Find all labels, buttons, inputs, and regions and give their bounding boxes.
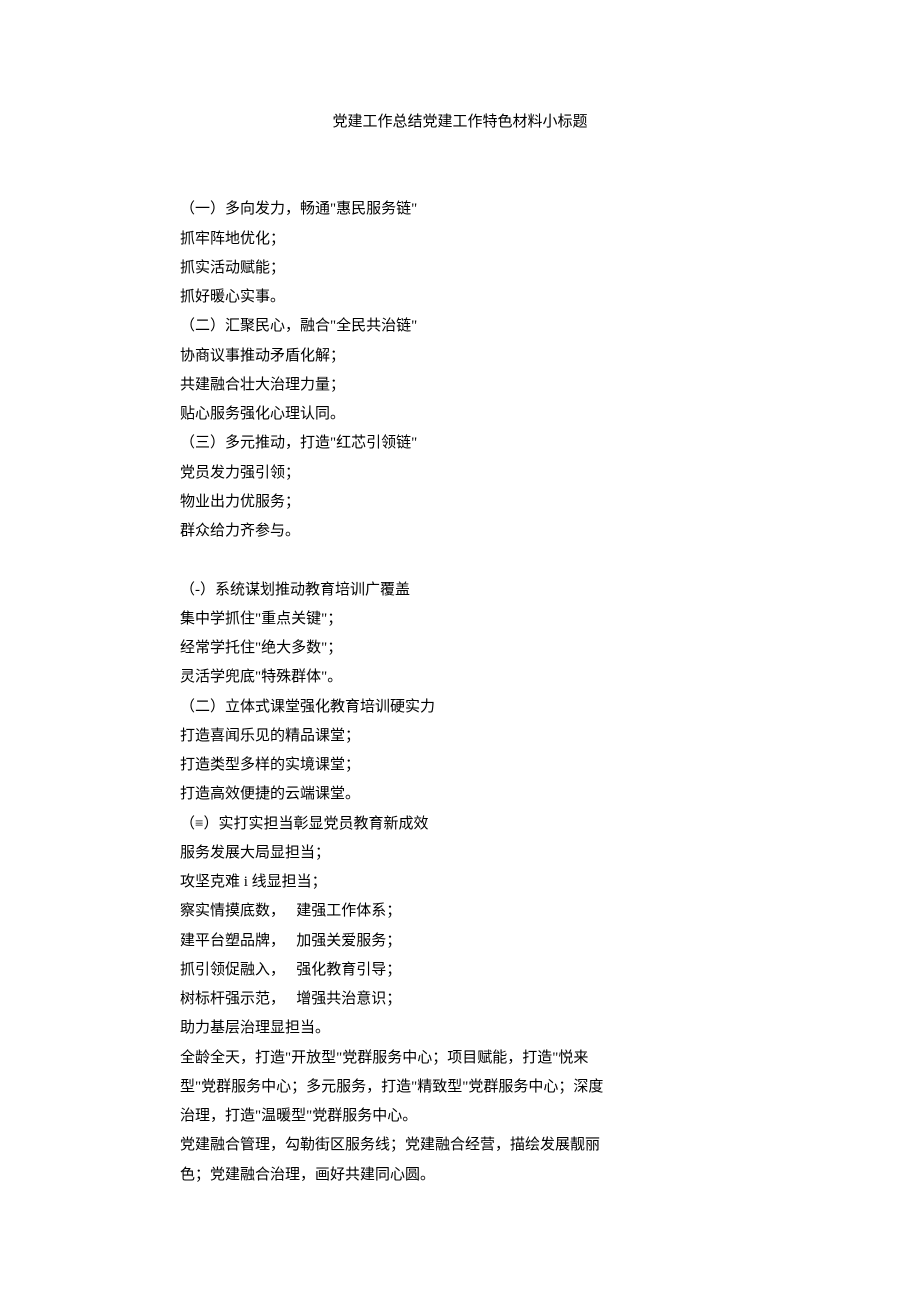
line: 抓好暖心实事。 bbox=[150, 283, 770, 312]
line: 协商议事推动矛盾化解； bbox=[150, 342, 770, 371]
section-block-3: 察实情摸底数， 建强工作体系； 建平台塑品牌， 加强关爱服务； 抓引领促融入， … bbox=[150, 897, 770, 1190]
heading-1-1: （一）多向发力，畅通"惠民服务链" bbox=[150, 195, 770, 224]
document-page: 党建工作总结党建工作特色材料小标题 （一）多向发力，畅通"惠民服务链" 抓牢阵地… bbox=[0, 0, 920, 1301]
line: 树标杆强示范， 增强共治意识； bbox=[150, 985, 770, 1014]
heading-2-1: （-）系统谋划推动教育培训广覆盖 bbox=[150, 576, 770, 605]
line: 察实情摸底数， 建强工作体系； bbox=[150, 897, 770, 926]
heading-2-3: （≡）实打实担当彰显党员教育新成效 bbox=[150, 810, 770, 839]
line: 助力基层治理显担当。 bbox=[150, 1014, 770, 1043]
blank-line bbox=[150, 546, 770, 575]
line: 灵活学兜底"特殊群体"。 bbox=[150, 663, 770, 692]
line: 贴心服务强化心理认同。 bbox=[150, 400, 770, 429]
document-title: 党建工作总结党建工作特色材料小标题 bbox=[150, 108, 770, 137]
line: 打造类型多样的实境课堂； bbox=[150, 751, 770, 780]
paragraph-line: 全龄全天，打造"开放型"党群服务中心；项目赋能，打造"悦来 bbox=[150, 1044, 770, 1073]
line: 打造喜闻乐见的精品课堂； bbox=[150, 722, 770, 751]
line: 经常学托住"绝大多数"； bbox=[150, 634, 770, 663]
paragraph-line: 型"党群服务中心；多元服务，打造"精致型"党群服务中心；深度 bbox=[150, 1073, 770, 1102]
line: 抓引领促融入， 强化教育引导； bbox=[150, 956, 770, 985]
heading-1-2: （二）汇聚民心，融合"全民共治链" bbox=[150, 312, 770, 341]
paragraph-line: 治理，打造"温暖型"党群服务中心。 bbox=[150, 1102, 770, 1131]
line: 党员发力强引领； bbox=[150, 459, 770, 488]
line: 建平台塑品牌， 加强关爱服务； bbox=[150, 927, 770, 956]
line: 抓牢阵地优化； bbox=[150, 225, 770, 254]
section-block-1: （一）多向发力，畅通"惠民服务链" 抓牢阵地优化； 抓实活动赋能； 抓好暖心实事… bbox=[150, 195, 770, 546]
heading-1-3: （三）多元推动，打造"红芯引领链" bbox=[150, 429, 770, 458]
line: 攻坚克难 i 线显担当； bbox=[150, 868, 770, 897]
line: 服务发展大局显担当； bbox=[150, 839, 770, 868]
paragraph-line: 党建融合管理，勾勒街区服务线；党建融合经营，描绘发展靓丽 bbox=[150, 1131, 770, 1160]
line: 物业出力优服务； bbox=[150, 488, 770, 517]
line: 共建融合壮大治理力量； bbox=[150, 371, 770, 400]
line: 打造高效便捷的云端课堂。 bbox=[150, 780, 770, 809]
section-block-2: （-）系统谋划推动教育培训广覆盖 集中学抓住"重点关键"； 经常学托住"绝大多数… bbox=[150, 576, 770, 898]
line: 群众给力齐参与。 bbox=[150, 517, 770, 546]
heading-2-2: （二）立体式课堂强化教育培训硬实力 bbox=[150, 693, 770, 722]
line: 集中学抓住"重点关键"； bbox=[150, 605, 770, 634]
paragraph-line: 色；党建融合治理，画好共建同心圆。 bbox=[150, 1161, 770, 1190]
line: 抓实活动赋能； bbox=[150, 254, 770, 283]
